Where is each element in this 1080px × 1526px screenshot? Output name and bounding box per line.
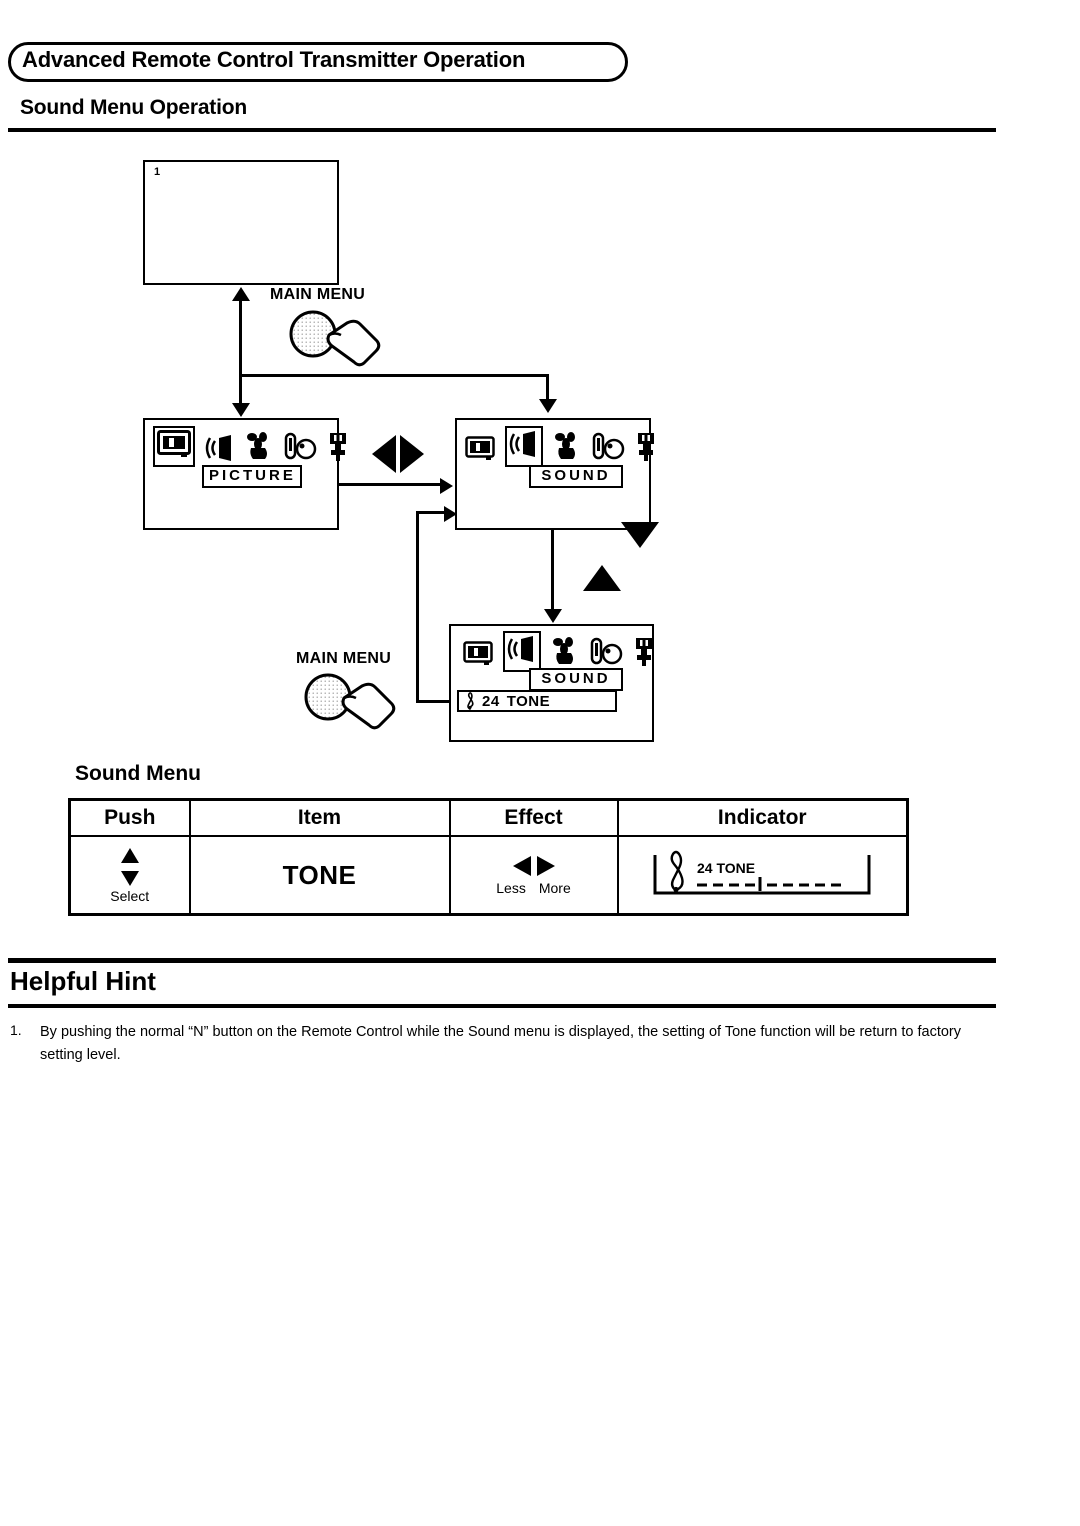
left-right-arrows-icon: [512, 856, 555, 876]
arrow-down-to-tone-menu: [544, 609, 562, 623]
cell-effect: Less More: [448, 835, 619, 916]
push-action-label: Select: [110, 887, 150, 904]
treble-clef-icon: [467, 692, 474, 710]
main-menu-label-top: MAIN MENU: [270, 286, 366, 303]
connector-branch-horizontal: [239, 374, 549, 377]
picture-menu-icon-row: [153, 426, 349, 467]
hint-rule-top: [8, 958, 996, 963]
sound-tone-menu-screen: SOUND 24 TONE: [449, 624, 654, 742]
tone-value: 24: [482, 692, 500, 710]
picture-icon[interactable]: [153, 426, 195, 467]
cell-item: TONE: [188, 835, 451, 916]
sound-menu-flow-diagram: 1 MAIN MENU PICTURE SOUND MAIN MENU SOUN…: [0, 0, 1080, 760]
effect-left-label: Less: [496, 880, 526, 896]
tone-level-indicator: 24 TONE: [653, 850, 871, 895]
sound-tone-icon-row: [463, 631, 655, 672]
picture-icon[interactable]: [463, 641, 493, 672]
screen-1-number: 1: [154, 166, 161, 178]
cell-push: Select: [68, 835, 191, 916]
column-header-effect: Effect: [448, 798, 619, 837]
setup-icon[interactable]: [283, 432, 317, 467]
tone-name: TONE: [506, 692, 551, 710]
timer-icon[interactable]: [553, 432, 581, 467]
setup-icon[interactable]: [589, 637, 623, 672]
hint-item-number: 1.: [10, 1022, 22, 1038]
effect-right-label: More: [538, 880, 571, 896]
table-row: Select TONE Less More 24 TONE: [68, 835, 909, 916]
svg-text:24 TONE: 24 TONE: [697, 860, 755, 876]
timer-icon[interactable]: [245, 432, 273, 467]
picture-menu-label: PICTURE: [202, 465, 302, 488]
connector-loop-vertical: [416, 511, 419, 703]
item-name: TONE: [282, 859, 357, 890]
plug-icon[interactable]: [635, 432, 657, 467]
picture-menu-screen: PICTURE: [143, 418, 346, 530]
picture-icon[interactable]: [465, 436, 495, 467]
tone-setting-row[interactable]: 24 TONE: [457, 690, 617, 712]
left-right-arrows-icon: [372, 435, 424, 473]
table-header-row: Push Item Effect Indicator: [68, 798, 909, 837]
treble-clef-icon: [670, 850, 684, 893]
left-triangle: [372, 435, 396, 473]
column-header-indicator: Indicator: [616, 798, 909, 837]
connector-sound-to-tone: [551, 530, 554, 618]
up-triangle: [583, 548, 621, 591]
sound-menu-screen: SOUND: [455, 418, 654, 530]
arrow-right-to-sound: [440, 478, 453, 494]
plug-icon[interactable]: [633, 637, 655, 672]
down-triangle: [621, 522, 659, 565]
column-header-push: Push: [68, 798, 191, 837]
setup-icon[interactable]: [591, 432, 625, 467]
sound-menu-table: Push Item Effect Indicator Select TONE L…: [68, 798, 909, 916]
sound-tone-menu-label: SOUND: [529, 668, 623, 691]
connector-screen1-picture: [239, 296, 242, 412]
screen-1-blank: 1: [143, 160, 339, 285]
plug-icon[interactable]: [327, 432, 349, 467]
up-down-arrows-icon: [583, 522, 659, 591]
main-menu-label-bottom: MAIN MENU: [296, 650, 392, 667]
up-down-arrows-icon: [120, 847, 139, 886]
hint-rule-bottom: [8, 1004, 996, 1008]
timer-icon[interactable]: [551, 637, 579, 672]
sound-menu-label: SOUND: [529, 465, 623, 488]
hint-title: Helpful Hint: [10, 966, 156, 996]
hint-item-text: By pushing the normal “N” button on the …: [40, 1024, 961, 1063]
column-header-item: Item: [188, 798, 451, 837]
main-menu-press-hand-top: [289, 310, 381, 367]
sound-icon[interactable]: [505, 426, 543, 467]
cell-indicator: 24 TONE: [616, 835, 909, 916]
sound-icon[interactable]: [503, 631, 541, 672]
sound-icon[interactable]: [205, 434, 235, 467]
main-menu-press-hand-bottom: [304, 673, 396, 730]
right-triangle: [400, 435, 424, 473]
arrow-down-to-picture-menu: [232, 403, 250, 417]
arrow-right-loop-to-sound: [444, 506, 457, 522]
sound-menu-table-title: Sound Menu: [75, 762, 201, 785]
connector-picture-to-sound: [339, 483, 444, 486]
arrow-down-to-sound-menu: [539, 399, 557, 413]
sound-menu-icon-row: [465, 426, 657, 467]
